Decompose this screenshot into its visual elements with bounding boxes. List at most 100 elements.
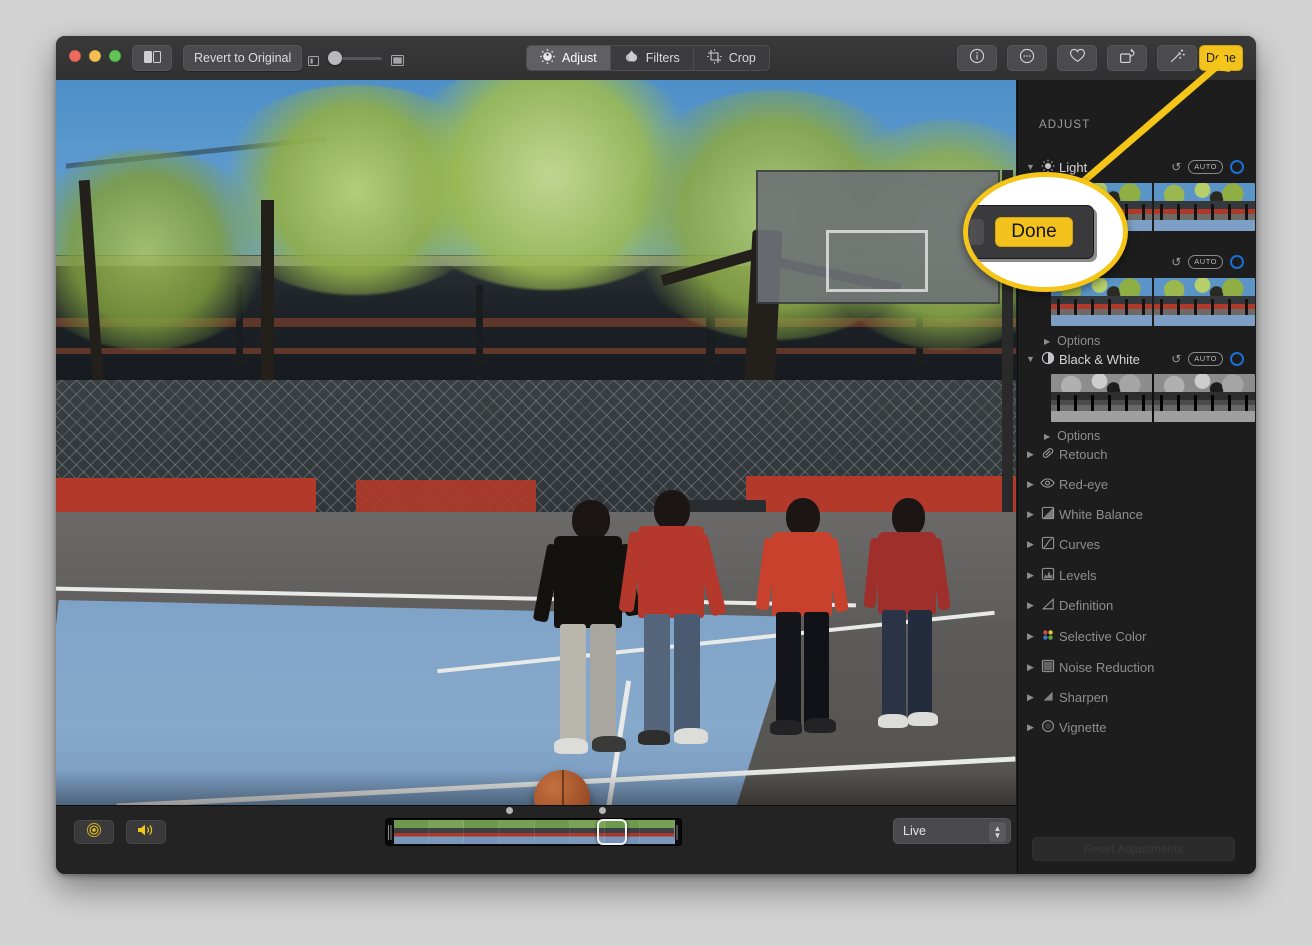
- chevron-down-icon[interactable]: ▼: [1026, 354, 1035, 364]
- info-button[interactable]: [957, 45, 997, 71]
- tab-adjust[interactable]: Adjust: [527, 46, 611, 70]
- live-photo-toggle-button[interactable]: [74, 820, 114, 844]
- chevron-right-icon[interactable]: ▶: [1026, 692, 1035, 702]
- sidebar-toggle-button[interactable]: [132, 45, 172, 71]
- favorite-button[interactable]: [1057, 45, 1097, 71]
- adjust-section-levels[interactable]: ▶ Levels: [1018, 562, 1256, 588]
- chevron-right-icon[interactable]: ▶: [1026, 539, 1035, 549]
- curves-icon: [1039, 536, 1056, 553]
- adjust-section-sharpen-label: Sharpen: [1059, 689, 1109, 705]
- adjust-section-definition[interactable]: ▶ Definition: [1018, 592, 1256, 618]
- heart-icon: [1069, 48, 1086, 68]
- adjust-section-sharpen[interactable]: ▶ Sharpen: [1018, 684, 1256, 710]
- magnified-done-button[interactable]: Done: [995, 217, 1073, 247]
- adjust-section-black-white-label: Black & White: [1059, 351, 1140, 367]
- adjust-section-retouch[interactable]: ▶ Retouch: [1018, 441, 1256, 467]
- minimize-window-button[interactable]: [89, 50, 101, 62]
- scrubber-frame[interactable]: [464, 820, 500, 844]
- maximize-window-button[interactable]: [109, 50, 121, 62]
- live-photo-frame-scrubber[interactable]: [385, 818, 682, 846]
- scrubber-frame[interactable]: [429, 820, 465, 844]
- chevron-right-icon[interactable]: ▶: [1026, 509, 1035, 519]
- adjust-section-curves-label: Curves: [1059, 536, 1101, 552]
- revert-arrow-icon[interactable]: ↺: [1171, 352, 1181, 366]
- adjust-section-light-label: Light: [1059, 159, 1088, 175]
- chevron-right-icon[interactable]: ▶: [1044, 432, 1050, 441]
- chevron-right-icon[interactable]: ▶: [1026, 631, 1035, 641]
- adjust-section-noise-reduction-label: Noise Reduction: [1059, 659, 1155, 675]
- done-button-magnifier-callout: Done: [963, 172, 1128, 292]
- revert-arrow-icon[interactable]: ↺: [1171, 255, 1181, 269]
- scrubber-selected-frame-handle[interactable]: [597, 819, 627, 845]
- revert-to-original-button[interactable]: Revert to Original: [183, 45, 303, 71]
- chevron-right-icon[interactable]: ▶: [1044, 337, 1050, 346]
- stepper-chevrons-icon[interactable]: ▲ ▼: [989, 822, 1006, 842]
- enable-ring-icon[interactable]: [1230, 352, 1244, 366]
- adjust-section-red-eye[interactable]: ▶ Red-eye: [1018, 471, 1256, 497]
- edited-photo: [56, 80, 1016, 805]
- scrubber-left-handle[interactable]: [388, 825, 393, 840]
- scrubber-frame[interactable]: [499, 820, 535, 844]
- scrubber-frame[interactable]: [639, 820, 675, 844]
- chevron-right-icon[interactable]: ▶: [1026, 449, 1035, 459]
- light-preview-thumb[interactable]: [1152, 183, 1255, 231]
- auto-button[interactable]: AUTO: [1188, 255, 1223, 269]
- photos-edit-window: Revert to Original Adjust Filters Crop D…: [56, 36, 1256, 874]
- chevron-right-icon[interactable]: ▶: [1026, 479, 1035, 489]
- scrubber-frame[interactable]: [394, 820, 430, 844]
- chevron-down-icon[interactable]: ▼: [1026, 162, 1035, 172]
- done-button[interactable]: Done: [1199, 45, 1243, 71]
- chevron-right-icon[interactable]: ▶: [1026, 570, 1035, 580]
- enable-ring-icon[interactable]: [1230, 255, 1244, 269]
- enable-ring-icon[interactable]: [1230, 160, 1244, 174]
- revert-arrow-icon[interactable]: ↺: [1171, 160, 1181, 174]
- comment-button[interactable]: [1007, 45, 1047, 71]
- definition-icon: [1039, 597, 1056, 614]
- auto-enhance-button[interactable]: [1157, 45, 1197, 71]
- adjust-section-vignette[interactable]: ▶ Vignette: [1018, 714, 1256, 740]
- tab-crop[interactable]: Crop: [694, 46, 769, 70]
- adjust-section-black-white[interactable]: ▼ Black & White ↺ AUTO: [1018, 346, 1256, 372]
- magic-wand-icon: [1169, 48, 1186, 69]
- bandage-icon: [1039, 446, 1056, 463]
- chevron-right-icon[interactable]: ▶: [1026, 662, 1035, 672]
- adjust-section-curves[interactable]: ▶ Curves: [1018, 531, 1256, 557]
- photo-canvas[interactable]: [56, 80, 1016, 805]
- done-button-label: Done: [1206, 51, 1236, 65]
- reset-adjustments-label: Reset Adjustments: [1083, 842, 1184, 856]
- auto-button[interactable]: AUTO: [1188, 160, 1223, 174]
- rotate-button[interactable]: [1107, 45, 1147, 71]
- tab-filters[interactable]: Filters: [611, 46, 694, 70]
- edit-mode-segmented-control[interactable]: Adjust Filters Crop: [526, 45, 770, 71]
- comment-dots-icon: [1019, 48, 1035, 69]
- reset-adjustments-button[interactable]: Reset Adjustments: [1032, 837, 1235, 861]
- bottom-toolbar: Live ▲ ▼: [56, 805, 1016, 874]
- adjust-section-white-balance[interactable]: ▶ White Balance: [1018, 501, 1256, 527]
- black-white-preview-strip[interactable]: [1051, 374, 1255, 422]
- adjust-section-selective-color-label: Selective Color: [1059, 628, 1147, 644]
- sharpen-icon: [1039, 689, 1056, 706]
- chevron-right-icon[interactable]: ▶: [1026, 600, 1035, 610]
- rotate-icon: [1119, 48, 1136, 69]
- thumbnail-zoom-slider[interactable]: [308, 45, 404, 71]
- revert-to-original-label: Revert to Original: [194, 51, 292, 65]
- black-white-preview-thumb[interactable]: [1152, 374, 1255, 422]
- audio-toggle-button[interactable]: [126, 820, 166, 844]
- auto-button[interactable]: AUTO: [1188, 352, 1223, 366]
- scrubber-frame[interactable]: [534, 820, 570, 844]
- adjust-section-selective-color[interactable]: ▶ Selective Color: [1018, 623, 1256, 649]
- selective-color-icon: [1039, 628, 1056, 645]
- filters-drop-icon: [624, 49, 639, 67]
- chevron-right-icon[interactable]: ▶: [1026, 722, 1035, 732]
- zoom-slider-thumb[interactable]: [328, 51, 342, 65]
- color-preview-thumb[interactable]: [1152, 278, 1255, 326]
- white-balance-icon: [1039, 506, 1056, 523]
- adjust-section-noise-reduction[interactable]: ▶ Noise Reduction: [1018, 654, 1256, 680]
- black-white-preview-thumb[interactable]: [1051, 374, 1152, 422]
- magnified-neighbor-button: [968, 219, 984, 245]
- scrubber-right-handle[interactable]: [674, 825, 679, 840]
- live-mode-select[interactable]: Live ▲ ▼: [893, 818, 1011, 844]
- close-window-button[interactable]: [69, 50, 81, 62]
- live-photo-icon: [86, 822, 102, 843]
- noise-grid-icon: [1039, 659, 1056, 676]
